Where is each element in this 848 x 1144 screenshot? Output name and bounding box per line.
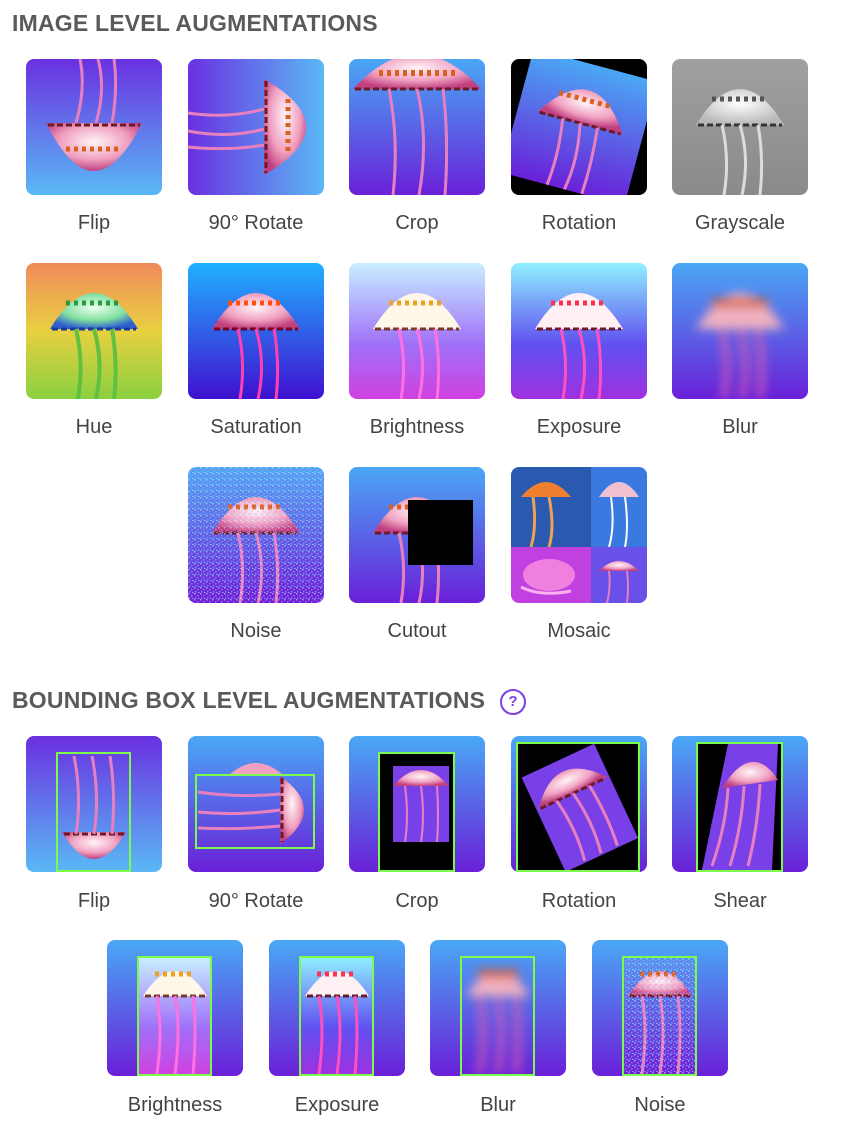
bbox-rotation-tile[interactable] (511, 736, 647, 872)
bbox-noise-image (592, 940, 728, 1076)
cutout-label: Cutout (387, 620, 447, 642)
rotate-90-image (188, 59, 324, 195)
bbox-shear-image (672, 736, 808, 872)
bbox-crop-image (349, 736, 485, 872)
grayscale-tile[interactable] (672, 59, 808, 195)
bbox-rotate-90-label: 90° Rotate (208, 890, 304, 912)
image-level-title: IMAGE LEVEL AUGMENTATIONS (12, 10, 378, 36)
noise-image (188, 467, 324, 603)
rotate-90-tile[interactable] (188, 59, 324, 195)
bbox-flip-label: Flip (77, 890, 111, 912)
bbox-blur-image (430, 940, 566, 1076)
rotation-label: Rotation (541, 212, 617, 234)
bbox-rotation-image (511, 736, 647, 872)
rotation-image (511, 59, 647, 195)
bbox-exposure-tile[interactable] (269, 940, 405, 1076)
bbox-brightness-label: Brightness (127, 1094, 223, 1116)
bbox-brightness-tile[interactable] (107, 940, 243, 1076)
cutout-image (349, 467, 485, 603)
help-icon[interactable]: ? (500, 689, 526, 715)
exposure-tile[interactable] (511, 263, 647, 399)
bbox-crop-tile[interactable] (349, 736, 485, 872)
grayscale-image (672, 59, 808, 195)
bbox-level-title: BOUNDING BOX LEVEL AUGMENTATIONS (12, 687, 486, 713)
mosaic-tile[interactable] (511, 467, 647, 603)
bbox-brightness-image (107, 940, 243, 1076)
brightness-image (349, 263, 485, 399)
bbox-noise-label: Noise (634, 1094, 686, 1116)
mosaic-image (511, 467, 647, 603)
bbox-blur-label: Blur (480, 1094, 516, 1116)
bbox-crop-label: Crop (395, 890, 439, 912)
bbox-shear-label: Shear (713, 890, 767, 912)
flip-image (26, 59, 162, 195)
grayscale-label: Grayscale (694, 212, 786, 234)
hue-image (26, 263, 162, 399)
saturation-label: Saturation (210, 416, 302, 438)
flip-label: Flip (77, 212, 111, 234)
bbox-exposure-image (269, 940, 405, 1076)
rotation-tile[interactable] (511, 59, 647, 195)
saturation-image (188, 263, 324, 399)
blur-tile[interactable] (672, 263, 808, 399)
rotate-90-label: 90° Rotate (208, 212, 304, 234)
bbox-shear-tile[interactable] (672, 736, 808, 872)
bbox-rotate-90-tile[interactable] (188, 736, 324, 872)
blur-label: Blur (722, 416, 758, 438)
crop-tile[interactable] (349, 59, 485, 195)
bbox-noise-tile[interactable] (592, 940, 728, 1076)
bbox-rotation-label: Rotation (541, 890, 617, 912)
brightness-label: Brightness (369, 416, 465, 438)
bbox-flip-tile[interactable] (26, 736, 162, 872)
mosaic-label: Mosaic (547, 620, 611, 642)
noise-label: Noise (230, 620, 282, 642)
bbox-rotate-90-image (188, 736, 324, 872)
brightness-tile[interactable] (349, 263, 485, 399)
crop-image (349, 59, 485, 195)
hue-label: Hue (75, 416, 113, 438)
bbox-exposure-label: Exposure (294, 1094, 380, 1116)
crop-label: Crop (395, 212, 439, 234)
exposure-label: Exposure (536, 416, 622, 438)
cutout-tile[interactable] (349, 467, 485, 603)
saturation-tile[interactable] (188, 263, 324, 399)
hue-tile[interactable] (26, 263, 162, 399)
exposure-image (511, 263, 647, 399)
blur-image (672, 263, 808, 399)
noise-tile[interactable] (188, 467, 324, 603)
bbox-flip-image (26, 736, 162, 872)
bbox-blur-tile[interactable] (430, 940, 566, 1076)
flip-tile[interactable] (26, 59, 162, 195)
